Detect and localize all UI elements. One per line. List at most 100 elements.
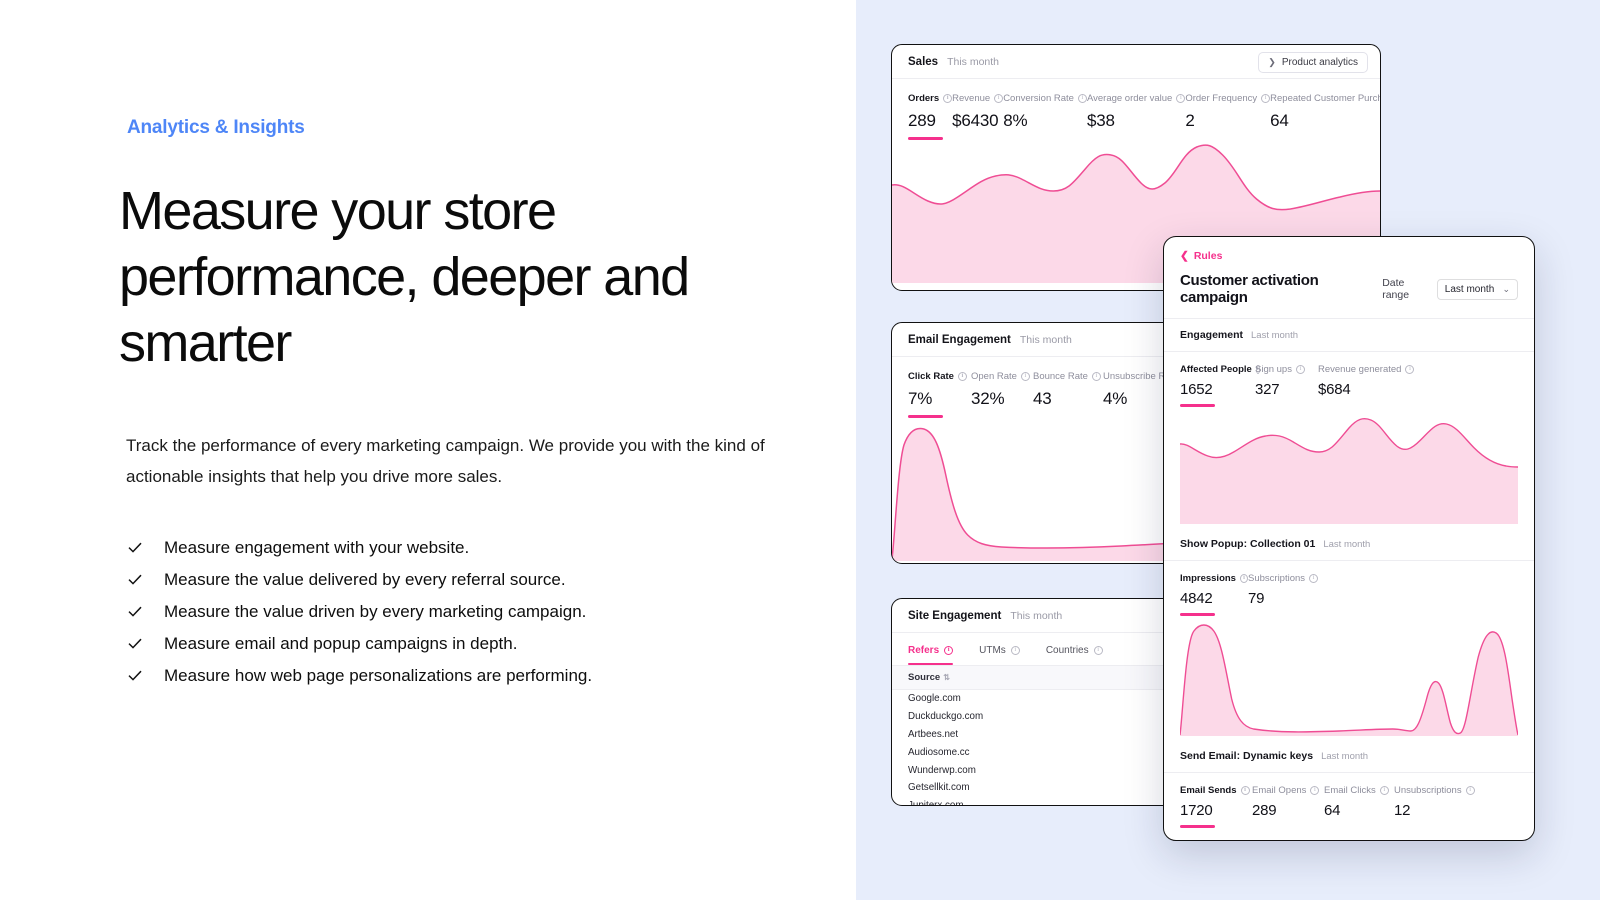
check-icon <box>128 596 142 627</box>
tab-refers[interactable]: Refers i <box>908 645 954 666</box>
info-icon[interactable]: i <box>1010 646 1020 655</box>
metric-label: Revenue generated i <box>1318 364 1415 375</box>
metric-label: Email Sends i <box>1180 785 1252 796</box>
metric-value: 32% <box>971 389 1005 408</box>
metric-label: Subscriptions i <box>1248 573 1319 584</box>
rules-title: Customer activation campaign <box>1180 272 1319 306</box>
section-popup-header: Show Popup: Collection 01 Last month <box>1164 524 1534 550</box>
info-icon[interactable]: i <box>1309 574 1319 583</box>
metric-label: Affected People i <box>1180 364 1260 375</box>
metric-orders[interactable]: Orders i 289 <box>908 93 953 140</box>
metric-average-order-value[interactable]: Average order value i $38 <box>1086 93 1186 131</box>
info-icon[interactable]: i <box>957 372 967 381</box>
metric-value: 79 <box>1248 590 1265 607</box>
list-item: Measure how web page personalizations ar… <box>128 660 768 691</box>
info-icon[interactable]: i <box>1240 786 1250 795</box>
popup-chart <box>1180 621 1518 736</box>
feature-list: Measure engagement with your website. Me… <box>128 532 768 692</box>
info-icon[interactable]: i <box>1261 94 1271 103</box>
metric-value: 1652 <box>1180 381 1213 398</box>
tab-utms[interactable]: UTMs i <box>979 645 1020 665</box>
email-card-title: Email Engagement <box>908 334 1011 346</box>
metric-value: $38 <box>1086 111 1115 130</box>
cell-source: Artbees.net <box>908 728 959 740</box>
info-icon[interactable]: i <box>994 94 1004 103</box>
rules-title-row: Customer activation campaign Date range … <box>1180 272 1518 306</box>
metric-value: 4842 <box>1180 590 1213 607</box>
page-title: Measure your store performance, deeper a… <box>119 181 690 373</box>
metric-value: $6430 <box>952 111 999 130</box>
cell-source: Audiosome.cc <box>908 746 970 758</box>
metric-value: 327 <box>1255 381 1280 398</box>
metric-impressions[interactable]: Impressions i 4842 <box>1180 573 1248 616</box>
info-icon[interactable]: i <box>1020 372 1030 381</box>
metric-label: Bounce Rate i <box>1033 371 1103 382</box>
metric-value: 8% <box>1003 111 1028 130</box>
section-subtitle: Last month <box>1323 538 1371 550</box>
metric-email-opens[interactable]: Email Opens i 289 <box>1252 785 1324 819</box>
metric-label: Orders i <box>908 93 953 104</box>
info-icon[interactable]: i <box>1405 365 1415 374</box>
check-icon <box>128 564 142 595</box>
section-subtitle: Last month <box>1251 329 1299 341</box>
metric-value: 289 <box>908 111 936 130</box>
info-icon[interactable]: i <box>1379 786 1389 795</box>
product-analytics-label: Product analytics <box>1281 57 1358 68</box>
tab-countries[interactable]: Countries i <box>1046 645 1103 665</box>
list-item-label: Measure engagement with your website. <box>164 538 470 557</box>
info-icon[interactable]: i <box>943 94 953 103</box>
sales-card-header: Sales This month ❯ Product analytics <box>892 45 1380 79</box>
metric-sign-ups[interactable]: Sign ups i 327 <box>1255 364 1318 398</box>
info-icon[interactable]: i <box>1295 365 1305 374</box>
metric-revenue[interactable]: Revenue i $6430 <box>952 93 1004 131</box>
metric-value: 2 <box>1185 111 1195 130</box>
section-title: Send Email: Dynamic keys <box>1180 750 1314 762</box>
info-icon[interactable]: i <box>1310 786 1320 795</box>
section-engagement-header: Engagement Last month <box>1164 319 1534 341</box>
sales-card-title: Sales <box>908 56 939 68</box>
back-to-rules-link[interactable]: ❮ Rules <box>1180 250 1518 262</box>
section-title: Show Popup: Collection 01 <box>1180 538 1316 550</box>
metric-unsubscriptions[interactable]: Unsubscriptions i 12 <box>1394 785 1475 819</box>
metric-click-rate[interactable]: Click Rate i 7% <box>908 371 971 418</box>
metric-label: Unsubscriptions i <box>1394 785 1475 796</box>
metric-conversion-rate[interactable]: Conversion Rate i 8% <box>1003 93 1087 131</box>
info-icon[interactable]: i <box>944 646 954 655</box>
metric-label: Average order value i <box>1087 93 1186 104</box>
section-title: Engagement <box>1180 329 1244 341</box>
metric-open-rate[interactable]: Open Rate i 32% <box>971 371 1033 409</box>
list-item-label: Measure the value delivered by every ref… <box>164 570 566 589</box>
metric-email-sends[interactable]: Email Sends i 1720 <box>1180 785 1252 828</box>
metric-repeated-customer-purchases[interactable]: Repeated Customer Purchasesi 64 <box>1270 93 1380 131</box>
tab-label: UTMs <box>979 645 1006 656</box>
page-root: Analytics & Insights Measure your store … <box>0 0 1600 900</box>
active-underline <box>1180 613 1215 616</box>
metric-value: $684 <box>1318 381 1351 398</box>
metric-order-frequency[interactable]: Order Frequency i 2 <box>1185 93 1271 131</box>
info-icon[interactable]: i <box>1077 94 1087 103</box>
metric-subscriptions[interactable]: Subscriptions i 79 <box>1248 573 1319 607</box>
active-underline <box>1180 404 1215 407</box>
cell-source: Duckduckgo.com <box>908 711 984 723</box>
metric-bounce-rate[interactable]: Bounce Rate i 43 <box>1033 371 1103 409</box>
metric-revenue-generated[interactable]: Revenue generated i $684 <box>1318 364 1415 398</box>
info-icon[interactable]: i <box>1091 372 1101 381</box>
info-icon[interactable]: i <box>1176 94 1186 103</box>
date-range-select[interactable]: Last month ⌄ <box>1436 278 1518 300</box>
section-subtitle: Last month <box>1321 750 1369 762</box>
back-label: Rules <box>1193 250 1223 262</box>
sort-icon: ⇅ <box>943 673 950 682</box>
list-item-label: Measure email and popup campaigns in dep… <box>164 634 518 653</box>
info-icon[interactable]: i <box>1239 574 1248 583</box>
info-icon[interactable]: i <box>1465 786 1475 795</box>
metric-affected-people[interactable]: Affected People i 1652 <box>1180 364 1260 407</box>
info-icon[interactable]: i <box>1093 646 1103 655</box>
site-card-subtitle: This month <box>1010 610 1063 622</box>
list-item: Measure email and popup campaigns in dep… <box>128 628 768 659</box>
metric-value: 43 <box>1033 389 1052 408</box>
dashboard-preview-panel: Sales This month ❯ Product analytics Ord… <box>856 0 1600 900</box>
column-source[interactable]: Source ⇅ <box>892 665 1164 690</box>
product-analytics-button[interactable]: ❯ Product analytics <box>1258 52 1368 73</box>
content-column: Analytics & Insights Measure your store … <box>0 0 856 900</box>
metric-email-clicks[interactable]: Email Clicks i 64 <box>1324 785 1394 819</box>
